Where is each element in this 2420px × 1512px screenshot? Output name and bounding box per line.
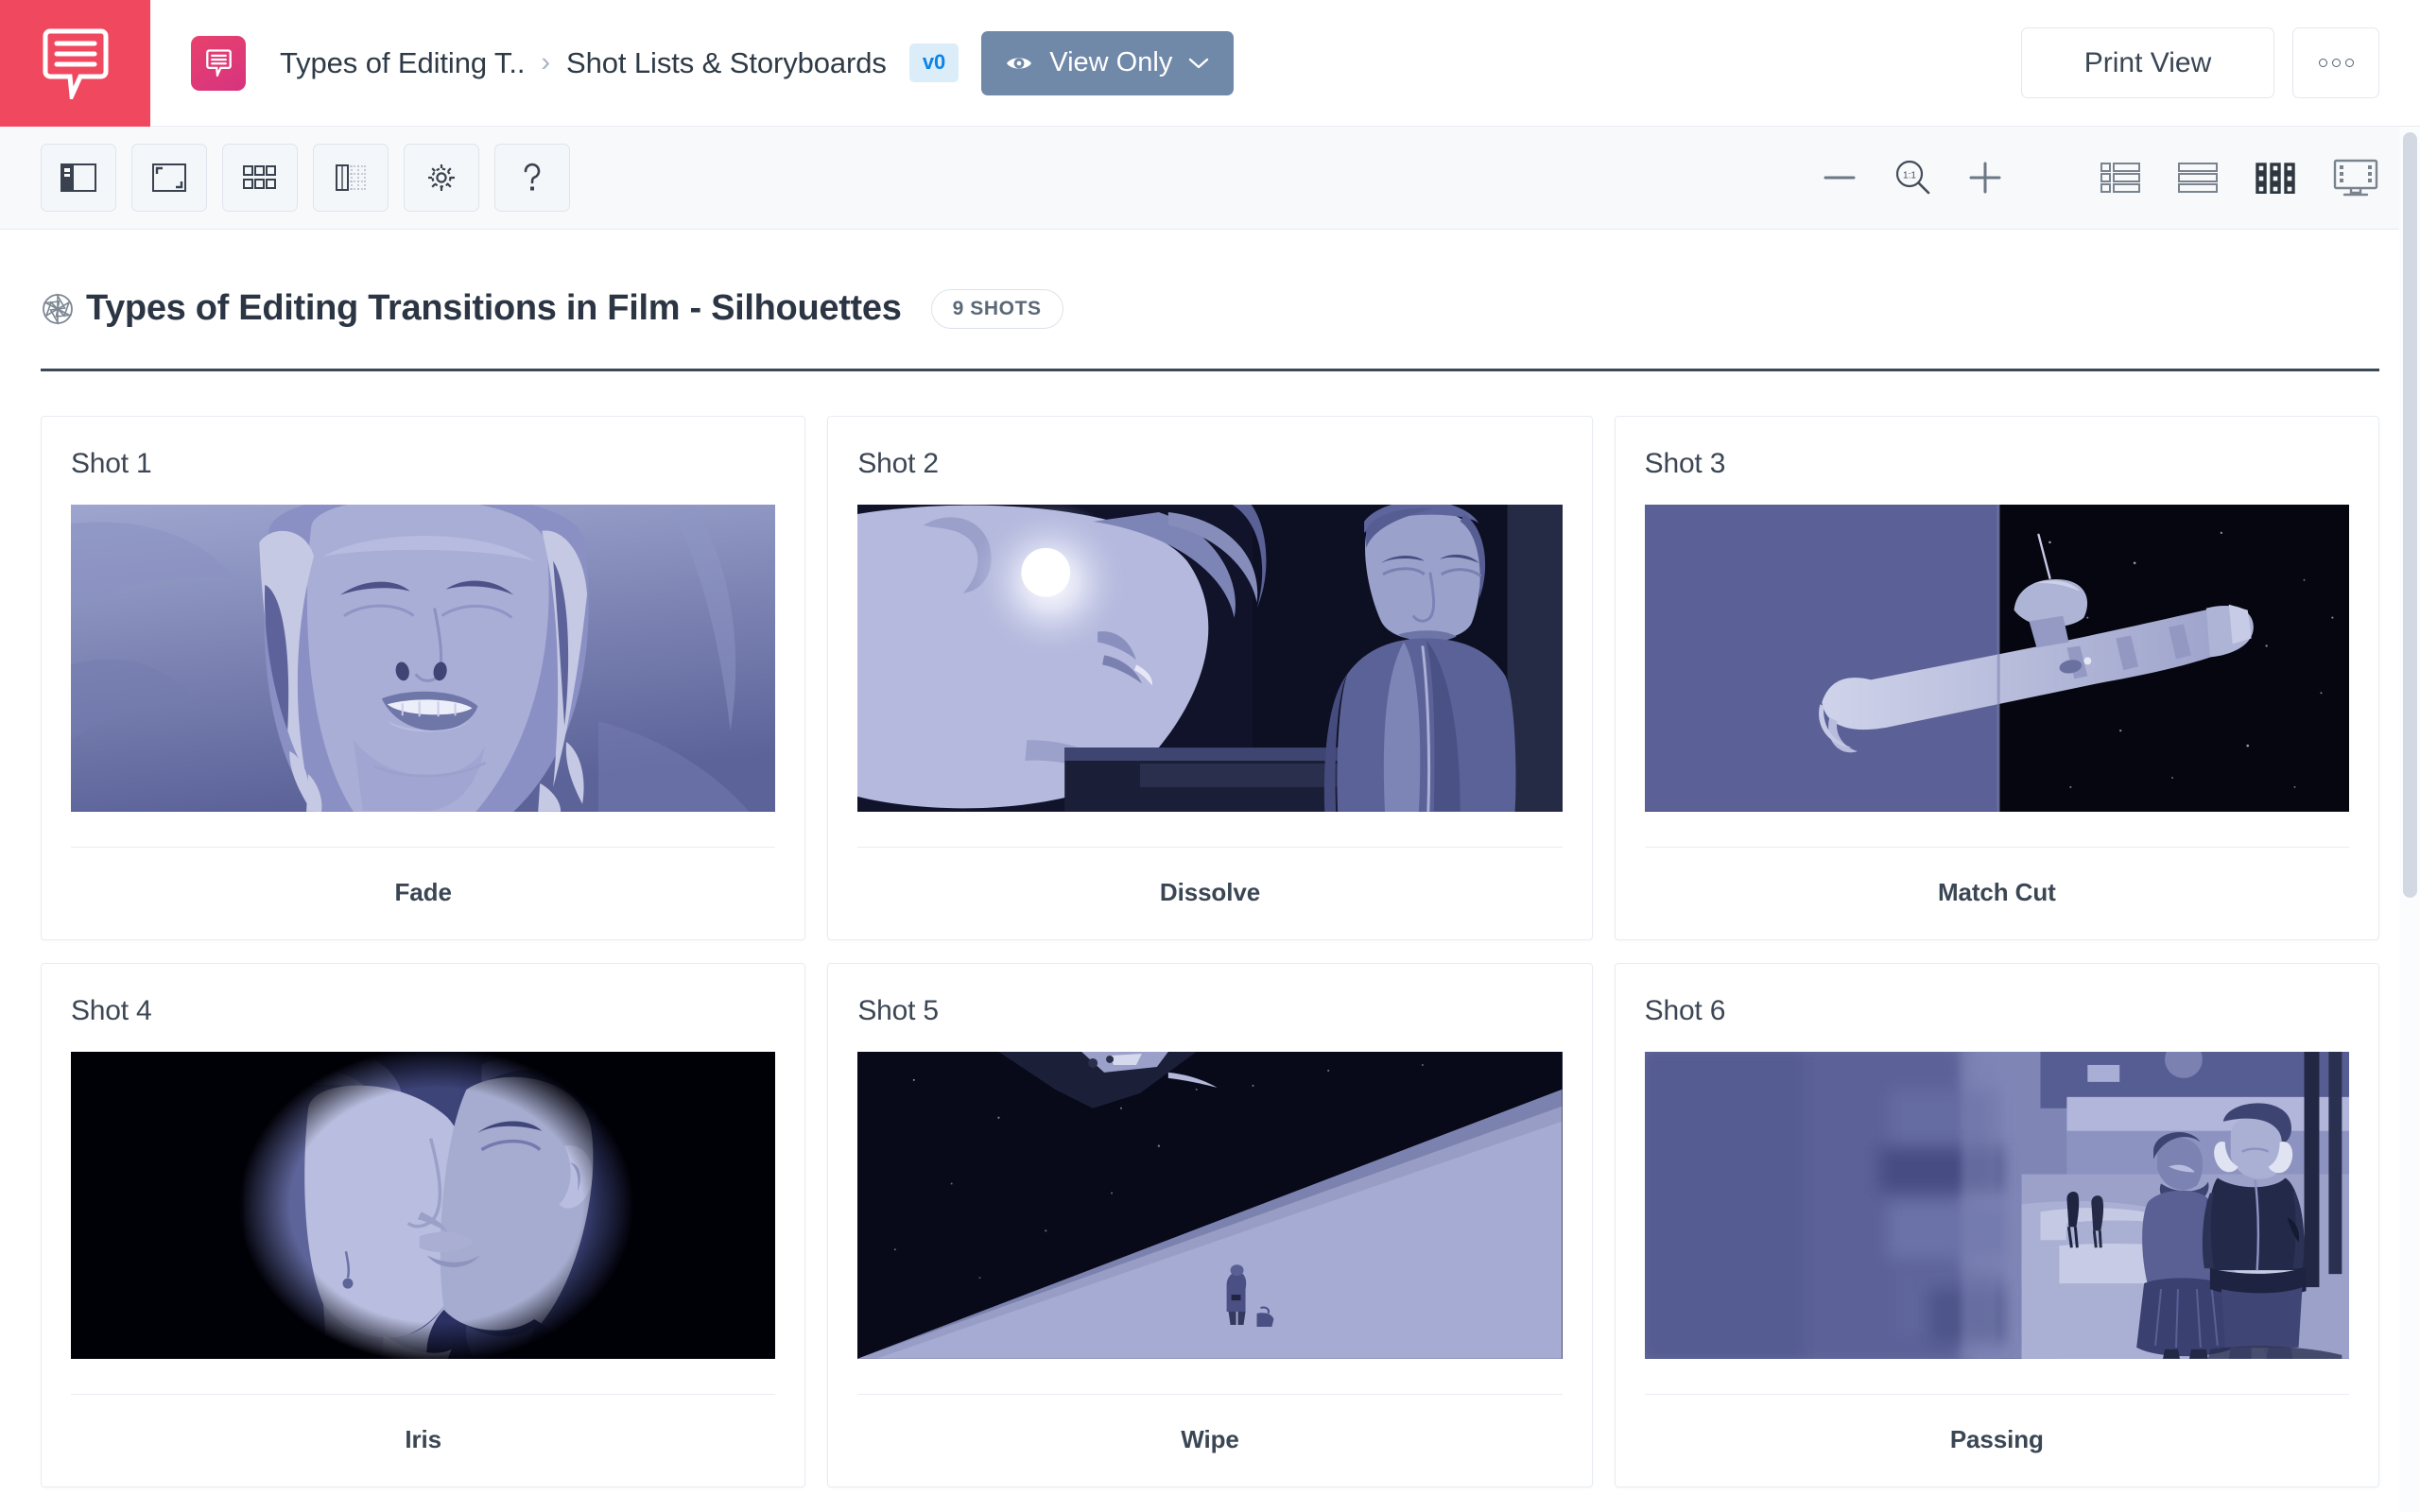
shot-thumbnail-passing[interactable] — [1644, 1051, 2349, 1359]
passing-artwork — [1644, 1051, 2349, 1359]
rows-view-icon — [2178, 163, 2218, 193]
shot-card[interactable]: Shot 6 Passing — [1614, 962, 2379, 1487]
aperture-icon — [43, 292, 73, 325]
toolbar-left-group — [41, 144, 570, 212]
shot-card[interactable]: Shot 3 Match Cut — [1614, 416, 2379, 940]
shot-number: Shot 3 — [1644, 448, 1726, 479]
zoom-out-button[interactable] — [1824, 173, 1856, 182]
shot-thumbnail-fade[interactable] — [71, 505, 776, 812]
settings-button[interactable] — [404, 144, 479, 212]
speech-bubble-lines-icon — [43, 28, 108, 99]
version-badge[interactable]: v0 — [908, 43, 959, 82]
editor-toolbar: 1:1 — [0, 127, 2420, 230]
three-dots-icon-dot3 — [2344, 59, 2354, 67]
shot-number: Shot 5 — [857, 994, 939, 1026]
gear-icon — [428, 164, 455, 191]
shot-thumbnail-matchcut[interactable] — [1644, 505, 2349, 812]
plus-icon — [1969, 162, 2001, 194]
page-title: Types of Editing Transitions in Film - S… — [86, 288, 902, 328]
board-title-row: Types of Editing Transitions in Film - S… — [41, 230, 2379, 329]
breadcrumb-separator: › — [541, 47, 551, 77]
scrollbar-thumb[interactable] — [2403, 132, 2417, 898]
more-options-button[interactable] — [2292, 27, 2379, 98]
shot-number: Shot 4 — [71, 994, 152, 1026]
three-dots-icon — [2318, 59, 2327, 67]
chevron-down-icon — [1189, 58, 1209, 68]
project-chip[interactable] — [191, 35, 246, 91]
shot-number: Shot 1 — [71, 448, 152, 479]
question-mark-icon — [524, 163, 541, 191]
fade-artwork — [71, 505, 776, 812]
sidebar-panel-icon — [60, 163, 96, 192]
view-only-label: View Only — [1049, 47, 1173, 77]
page-scrollbar[interactable] — [2399, 127, 2420, 1512]
minus-icon — [1824, 176, 1856, 180]
dissolve-artwork — [857, 505, 1563, 812]
shot-card[interactable]: Shot 2 Dissolve — [827, 416, 1593, 940]
six-squares-icon — [243, 165, 276, 189]
svg-text:1:1: 1:1 — [1903, 171, 1916, 181]
shot-thumbnail-iris[interactable] — [71, 1051, 776, 1359]
view-mode-list-button[interactable] — [2100, 162, 2141, 194]
speech-bubble-lines-icon — [205, 49, 232, 77]
header-actions: Print View — [2021, 27, 2420, 98]
shot-number: Shot 6 — [1644, 994, 1726, 1026]
shot-thumbnail-dissolve[interactable] — [857, 505, 1563, 812]
shot-grid: Shot 1 Fade Shot 2 Dissolve Shot 3 Match… — [41, 416, 2379, 1487]
help-button[interactable] — [494, 144, 570, 212]
print-view-label: Print View — [2083, 46, 2212, 78]
view-mode-grid-button[interactable] — [2255, 162, 2296, 194]
view-mode-presentation-button[interactable] — [2332, 158, 2379, 198]
shot-label: Dissolve — [1159, 877, 1261, 906]
shot-thumbnail-wipe[interactable] — [857, 1051, 1563, 1359]
breadcrumb-project[interactable]: Types of Editing T.. — [280, 46, 525, 80]
app-logo[interactable] — [0, 0, 150, 127]
zoom-reset-button[interactable]: 1:1 — [1893, 159, 1931, 197]
grid-view-icon — [2256, 163, 2295, 194]
view-mode-switcher — [2100, 158, 2379, 198]
shot-label: Match Cut — [1937, 877, 2056, 906]
sidebar-toggle-button[interactable] — [41, 144, 116, 212]
storyboard-content: Types of Editing Transitions in Film - S… — [0, 230, 2420, 1512]
toolbar-right-group: 1:1 — [1824, 158, 2379, 198]
wipe-artwork — [857, 1051, 1563, 1359]
columns-icon — [336, 164, 366, 191]
magnifier-one-to-one-icon: 1:1 — [1895, 160, 1930, 195]
iris-artwork — [71, 1051, 776, 1359]
shot-label: Iris — [405, 1424, 441, 1453]
eye-icon — [1007, 57, 1032, 69]
breadcrumb-section[interactable]: Shot Lists & Storyboards — [566, 46, 887, 80]
three-dots-icon-dot2 — [2331, 59, 2341, 67]
grid-layout-button[interactable] — [222, 144, 298, 212]
zoom-controls: 1:1 — [1824, 159, 2001, 197]
title-divider — [41, 369, 2379, 371]
view-mode-rows-button[interactable] — [2177, 162, 2219, 194]
shot-card[interactable]: Shot 5 Wipe — [827, 962, 1593, 1487]
shot-label: Passing — [1949, 1424, 2044, 1453]
column-layout-button[interactable] — [313, 144, 389, 212]
shots-count-badge: 9 SHOTS — [930, 288, 1063, 329]
expand-corners-icon — [152, 163, 186, 192]
fit-to-screen-button[interactable] — [131, 144, 207, 212]
app-header: Types of Editing T.. › Shot Lists & Stor… — [0, 0, 2420, 127]
breadcrumb: Types of Editing T.. › Shot Lists & Stor… — [150, 30, 2021, 95]
shot-label: Wipe — [1181, 1424, 1239, 1453]
shot-card[interactable]: Shot 1 Fade — [41, 416, 806, 940]
view-only-button[interactable]: View Only — [981, 30, 1235, 95]
zoom-in-button[interactable] — [1969, 162, 2001, 194]
matchcut-artwork — [1644, 505, 2349, 812]
list-view-icon — [2100, 163, 2140, 193]
shot-number: Shot 2 — [857, 448, 939, 479]
shot-label: Fade — [394, 877, 452, 906]
monitor-view-icon — [2333, 159, 2378, 197]
shot-card[interactable]: Shot 4 Iris — [41, 962, 806, 1487]
print-view-button[interactable]: Print View — [2021, 27, 2274, 98]
